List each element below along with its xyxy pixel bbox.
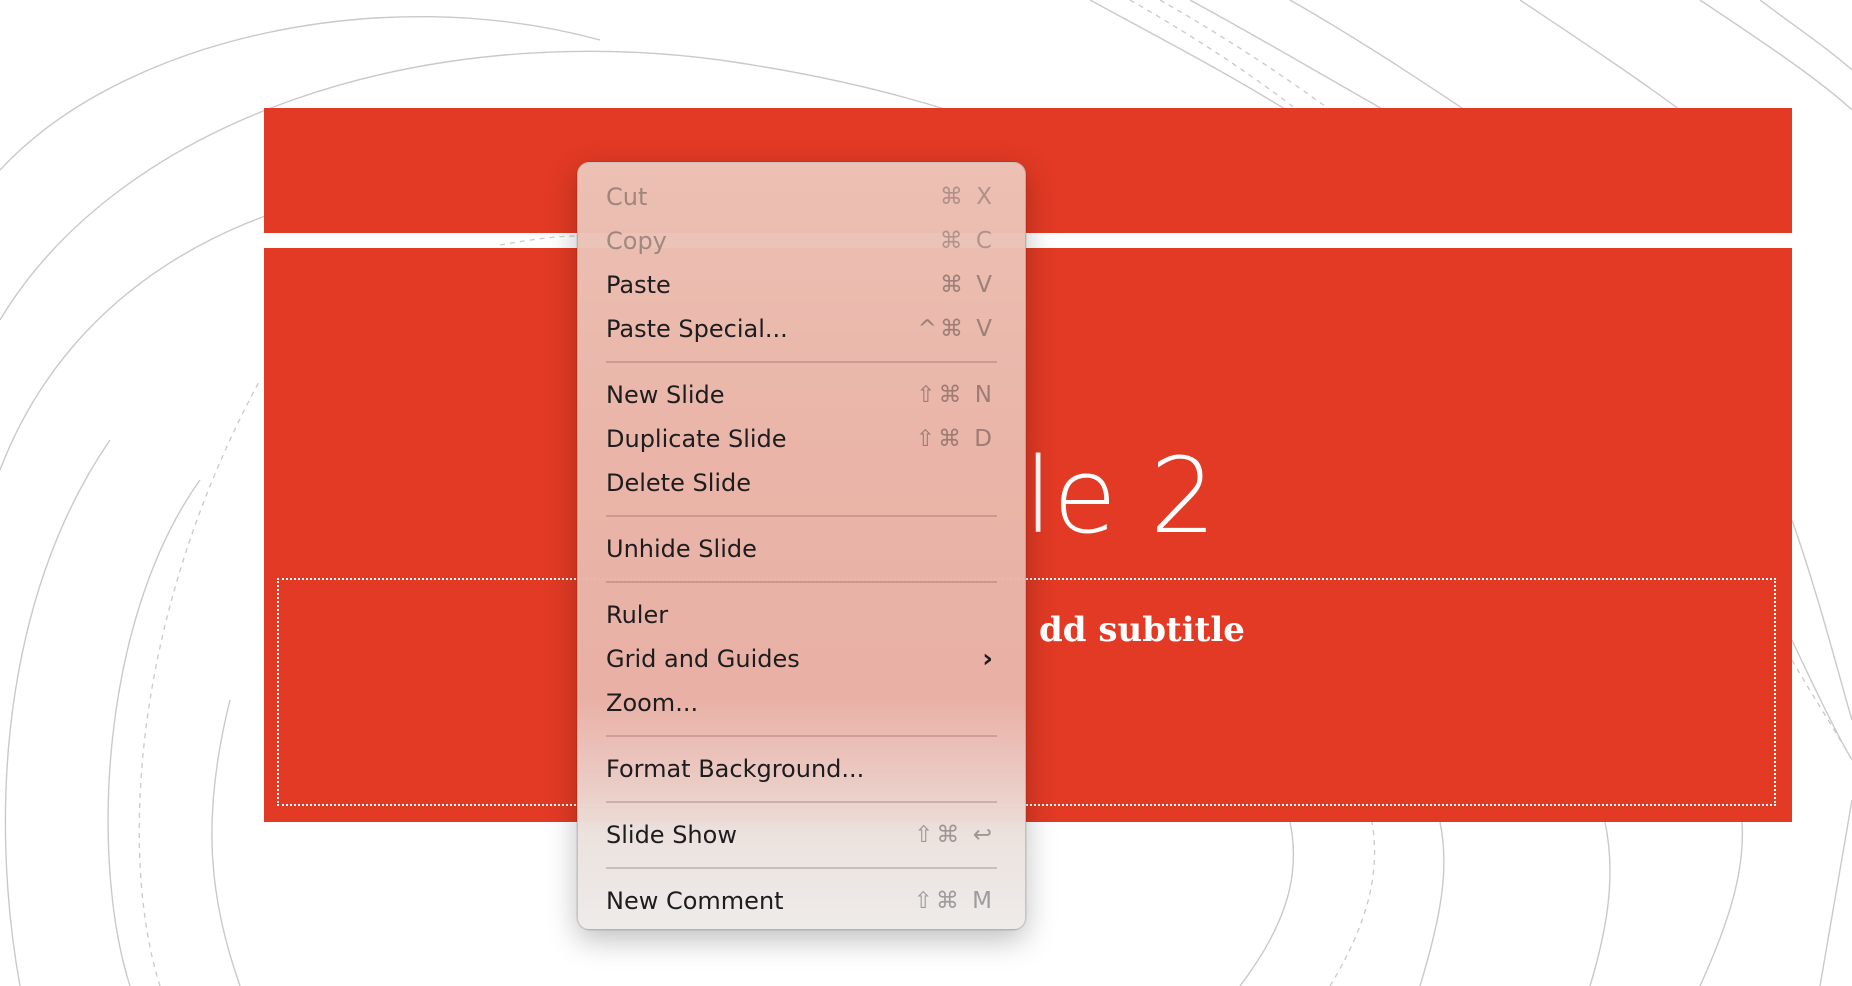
context-menu: Cut ⌘ X Copy ⌘ C Paste ⌘ V Paste Special... ^⌘ … [577,162,1026,930]
menu-item-zoom[interactable]: Zoom... [578,681,1025,725]
menu-separator [606,801,997,803]
menu-item-duplicate-slide[interactable]: Duplicate Slide ⇧⌘ D [578,417,1025,461]
menu-item-cut[interactable]: Cut ⌘ X [578,175,1025,219]
menu-item-label: Paste [606,271,671,299]
subtitle-placeholder-text: dd subtitle [1039,610,1245,650]
menu-item-label: New Comment [606,887,784,915]
menu-item-shortcut: ⇧⌘ N [916,382,995,408]
menu-item-shortcut: ^⌘ V [917,316,995,342]
slide[interactable]: le 2 dd subtitle [264,108,1792,822]
menu-separator [606,361,997,363]
menu-item-label: Grid and Guides [606,645,800,673]
menu-item-copy[interactable]: Copy ⌘ C [578,219,1025,263]
menu-item-format-background[interactable]: Format Background... [578,747,1025,791]
subtitle-placeholder[interactable]: dd subtitle [277,578,1776,806]
menu-item-grid-and-guides[interactable]: Grid and Guides › [578,637,1025,681]
chevron-right-icon: › [982,644,993,674]
menu-separator [606,515,997,517]
menu-item-label: Ruler [606,601,669,629]
menu-item-label: Delete Slide [606,469,752,497]
menu-separator [606,867,997,869]
menu-item-label: New Slide [606,381,725,409]
slide-header-band [264,108,1792,233]
menu-item-label: Paste Special... [606,315,788,343]
menu-item-label: Unhide Slide [606,535,757,563]
menu-item-paste-special[interactable]: Paste Special... ^⌘ V [578,307,1025,351]
menu-item-label: Zoom... [606,689,699,717]
menu-separator [606,735,997,737]
menu-item-label: Slide Show [606,821,737,849]
menu-item-ruler[interactable]: Ruler [578,593,1025,637]
menu-item-shortcut: ⌘ X [939,184,995,210]
menu-item-paste[interactable]: Paste ⌘ V [578,263,1025,307]
menu-item-new-comment[interactable]: New Comment ⇧⌘ M [578,879,1025,923]
menu-item-delete-slide[interactable]: Delete Slide [578,461,1025,505]
menu-item-label: Cut [606,183,648,211]
slide-title[interactable]: le 2 [1024,444,1216,548]
menu-item-shortcut: ⇧⌘ D [915,426,995,452]
menu-item-unhide-slide[interactable]: Unhide Slide [578,527,1025,571]
editor-canvas: le 2 dd subtitle Cut ⌘ X Copy ⌘ C Paste ⌘ V Pa… [0,0,1852,986]
menu-item-shortcut: ⌘ C [939,228,995,254]
menu-item-shortcut: ⇧⌘ M [913,888,995,914]
menu-item-shortcut: ⌘ V [939,272,995,298]
menu-item-new-slide[interactable]: New Slide ⇧⌘ N [578,373,1025,417]
menu-item-slide-show[interactable]: Slide Show ⇧⌘ ↩ [578,813,1025,857]
menu-separator [606,581,997,583]
menu-item-label: Format Background... [606,755,865,783]
menu-item-label: Copy [606,227,667,255]
menu-item-label: Duplicate Slide [606,425,787,453]
menu-item-shortcut: ⇧⌘ ↩ [914,822,995,848]
